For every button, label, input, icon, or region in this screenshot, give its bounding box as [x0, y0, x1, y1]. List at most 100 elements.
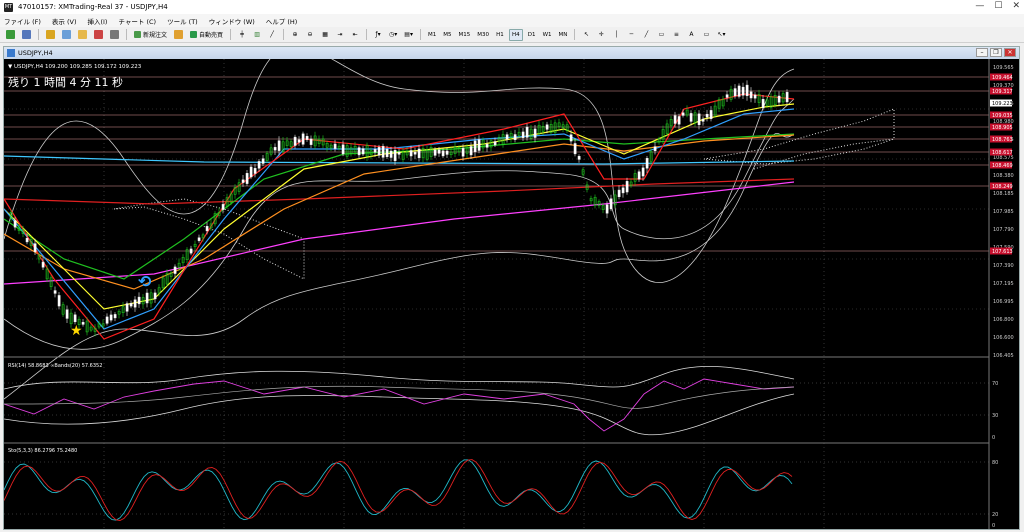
candle-body [697, 113, 701, 126]
candle-chart-button[interactable]: ▥ [251, 29, 263, 41]
toolbar-separator [283, 29, 285, 40]
bar-chart-button[interactable]: ╪ [236, 29, 248, 41]
ma-red-long [4, 178, 795, 205]
candle-body [309, 138, 313, 145]
label-button[interactable]: ▭ [700, 29, 712, 41]
period-button[interactable]: ◷▾ [387, 29, 399, 41]
close-button[interactable]: ✕ [1012, 1, 1020, 11]
terminal-button[interactable] [92, 29, 105, 41]
chart-icon [7, 49, 15, 57]
fibonacci-button[interactable]: ≡ [670, 29, 682, 41]
chart-window-controls: – ❐ ✕ [976, 48, 1016, 57]
candle-body [153, 292, 157, 300]
candle-body [261, 158, 265, 164]
rsi-lower-band [4, 393, 795, 436]
navigator-button[interactable] [76, 29, 89, 41]
arrows-button[interactable]: ↖▾ [715, 29, 727, 41]
toolbar-separator [126, 29, 127, 40]
candle-body [189, 248, 193, 254]
cursor-button[interactable]: ↖ [580, 29, 592, 41]
candle-body [513, 134, 517, 140]
indicators-button[interactable]: ƒ▾ [372, 29, 384, 41]
timeframe-m15[interactable]: M15 [456, 29, 472, 41]
new-chart-icon [6, 30, 15, 39]
timeframe-d1[interactable]: D1 [526, 29, 538, 41]
menu-chart[interactable]: チャート (C) [118, 16, 156, 26]
timeframe-m1[interactable]: M1 [426, 29, 438, 41]
price-label: 106.800 [993, 317, 1014, 323]
meta-editor-button[interactable] [172, 29, 185, 41]
menu-file[interactable]: ファイル (F) [4, 16, 41, 26]
trendline-button[interactable]: ╱ [640, 29, 652, 41]
menu-insert[interactable]: 挿入(I) [87, 16, 107, 26]
chart-restore-button[interactable]: ❐ [990, 48, 1002, 57]
timeframe-m5[interactable]: M5 [441, 29, 453, 41]
stoch-level-label: 20 [992, 512, 998, 518]
menu-view[interactable]: 表示 (V) [52, 16, 77, 26]
tile-windows-button[interactable]: ▦ [319, 29, 331, 41]
new-order-button[interactable]: 新規注文 [132, 29, 169, 41]
menu-tools[interactable]: ツール (T) [167, 16, 198, 26]
timeframe-mn[interactable]: MN [557, 29, 570, 41]
channel-button[interactable]: ▭ [655, 29, 667, 41]
toolbar-separator [366, 29, 368, 40]
new-chart-button[interactable] [4, 29, 17, 41]
minimize-button[interactable]: — [975, 1, 984, 11]
stoch-header: Sto(5,3,3) 86.2796 75.2480 [8, 448, 77, 454]
tester-button[interactable] [108, 29, 121, 41]
timeframe-h1[interactable]: H1 [494, 29, 506, 41]
chart-tab-title: USDJPY,H4 [18, 49, 53, 57]
chart-close-button[interactable]: ✕ [1004, 48, 1016, 57]
candle-body [641, 167, 645, 177]
crosshair-button[interactable]: ✛ [595, 29, 607, 41]
candle-body [473, 140, 477, 153]
candle-body [725, 94, 729, 98]
autoscroll-button[interactable]: ⇥ [334, 29, 346, 41]
vertical-line-button[interactable]: │ [610, 29, 622, 41]
line-chart-button[interactable]: ╱ [266, 29, 278, 41]
candle-body [249, 166, 253, 178]
templates-button[interactable]: ▤▾ [402, 29, 415, 41]
candle-body [741, 86, 745, 96]
auto-trade-button[interactable]: 自動売買 [188, 29, 225, 41]
candle-body [477, 139, 481, 151]
maximize-button[interactable]: ☐ [994, 1, 1002, 11]
text-button[interactable]: A [685, 29, 697, 41]
market-watch-button[interactable] [44, 29, 57, 41]
horizontal-line-button[interactable]: ─ [625, 29, 637, 41]
menu-window[interactable]: ウィンドウ (W) [209, 16, 255, 26]
zoom-out-button[interactable]: ⊖ [304, 29, 316, 41]
profiles-button[interactable] [20, 29, 33, 41]
chart-canvas[interactable]: ⟲ ★ ▼ USDJPY,H4 109.200 109.285 109.172 … [4, 59, 1019, 529]
ma-red-fast [4, 93, 795, 340]
candle-body [705, 113, 709, 118]
timeframe-m30[interactable]: M30 [475, 29, 491, 41]
ma-magenta [4, 181, 795, 285]
candle-body [617, 189, 621, 198]
menu-help[interactable]: ヘルプ (H) [266, 16, 298, 26]
data-window-button[interactable] [60, 29, 73, 41]
candle-body [689, 113, 693, 122]
zoom-in-button[interactable]: ⊕ [289, 29, 301, 41]
stoch-signal-line [4, 459, 793, 521]
price-highlight-label: 107.613 [992, 249, 1013, 255]
candle-body [609, 198, 613, 210]
timeframe-w1[interactable]: W1 [541, 29, 554, 41]
chart-shift-button[interactable]: ⇤ [349, 29, 361, 41]
price-highlight-label: 108.763 [992, 137, 1013, 143]
candle-body [737, 85, 741, 97]
price-highlight-label: 109.464 [992, 75, 1013, 81]
candle-body [605, 204, 609, 214]
candle-body [437, 149, 441, 154]
timeframe-h4[interactable]: H4 [508, 28, 523, 41]
candle-body [361, 148, 365, 155]
toolbar-separator [230, 29, 232, 40]
candle-body [621, 187, 625, 194]
chart-minimize-button[interactable]: – [976, 48, 988, 57]
candle-body [441, 150, 445, 157]
candle-body [409, 150, 413, 157]
price-highlight-label: 109.035 [992, 113, 1013, 119]
candle-body [205, 226, 209, 232]
candle-body [277, 140, 281, 151]
price-label: 109.565 [993, 65, 1014, 71]
